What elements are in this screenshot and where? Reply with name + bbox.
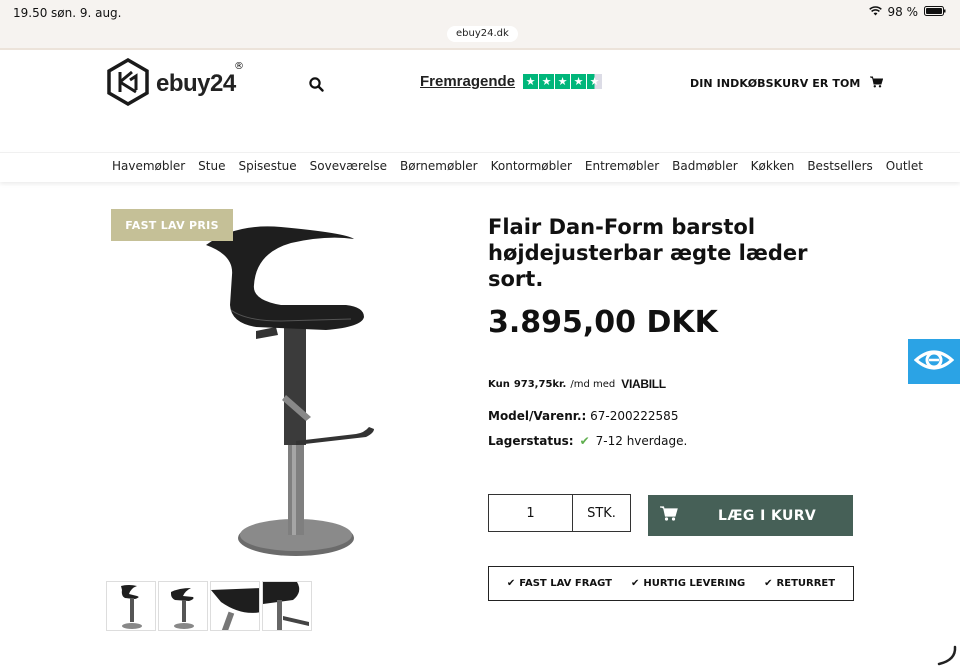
nav-item-badmøbler[interactable]: Badmøbler — [672, 159, 738, 173]
loading-spinner-icon — [936, 644, 958, 670]
shopping-cart-icon — [660, 506, 678, 525]
perk-label: RETURRET — [776, 578, 836, 589]
accessibility-widget[interactable] — [908, 339, 960, 384]
shopping-cart-icon — [870, 76, 884, 91]
battery-icon — [924, 5, 946, 19]
nav-item-børnemøbler[interactable]: Børnemøbler — [400, 159, 478, 173]
site-logo[interactable]: ebuy24 ® — [106, 57, 244, 110]
half-star-icon: ★ — [587, 74, 603, 89]
thumbnail-strip — [106, 581, 312, 631]
perk-item: ✔ HURTIG LEVERING — [631, 578, 745, 589]
add-to-cart-label: LÆG I KURV — [718, 507, 817, 524]
nav-item-havemøbler[interactable]: Havemøbler — [112, 159, 185, 173]
product-info: Flair Dan-Form barstol højdejusterbar æg… — [488, 214, 858, 292]
nav-item-stue[interactable]: Stue — [198, 159, 225, 173]
thumbnail-4[interactable] — [262, 581, 312, 631]
nav-item-bestsellers[interactable]: Bestsellers — [807, 159, 872, 173]
main-navigation: Havemøbler Stue Spisestue Soveværelse Børnem… — [0, 152, 960, 182]
perks-box: ✔ FAST LAV FRAGT ✔ HURTIG LEVERING ✔ RETURRET — [488, 566, 854, 601]
nav-items: Havemøbler Stue Spisestue Soveværelse Børnem… — [112, 159, 923, 173]
logo-icon — [106, 57, 150, 110]
viabill-financing[interactable]: Kun 973,75kr. /md med VIABILL — [488, 377, 666, 391]
product-title: Flair Dan-Form barstol højdejusterbar æg… — [488, 215, 808, 291]
nav-item-outlet[interactable]: Outlet — [886, 159, 923, 173]
rating-stars: ★ ★ ★ ★ ★ — [523, 74, 603, 89]
model-label: Model/Varenr.: — [488, 409, 587, 423]
star-icon: ★ — [523, 74, 539, 89]
rating-label: Fremragende — [420, 73, 516, 90]
product-image[interactable]: FAST LAV PRIS — [106, 205, 466, 565]
thumbnail-3[interactable] — [210, 581, 260, 631]
check-icon: ✔ — [506, 578, 516, 589]
perk-item: ✔ RETURRET — [764, 578, 835, 589]
check-icon: ✔ — [579, 434, 590, 448]
perk-item: ✔ FAST LAV FRAGT — [507, 578, 612, 589]
stock-value: 7-12 hverdage. — [595, 434, 688, 448]
nav-item-kontormøbler[interactable]: Kontormøbler — [491, 159, 572, 173]
cart-link[interactable]: DIN INDKØBSKURV ER TOM — [690, 76, 884, 91]
status-date: søn. 9. aug. — [51, 6, 122, 20]
model-value: 67-200222585 — [590, 409, 679, 423]
wifi-icon — [868, 5, 882, 19]
nav-item-entremøbler[interactable]: Entremøbler — [585, 159, 659, 173]
viabill-logo: VIABILL — [621, 377, 666, 391]
perk-label: HURTIG LEVERING — [643, 578, 746, 589]
eye-icon — [913, 346, 955, 378]
check-icon: ✔ — [631, 578, 640, 589]
logo-text: ebuy24 — [156, 70, 236, 97]
url-field[interactable]: ebuy24.dk — [447, 26, 518, 42]
registered-mark: ® — [234, 61, 244, 72]
nav-item-køkken[interactable]: Køkken — [751, 159, 795, 173]
quantity-unit: STK. — [587, 505, 616, 521]
browser-address-bar: ebuy24.dk — [0, 26, 960, 50]
add-to-cart-button[interactable]: LÆG I KURV — [648, 495, 853, 536]
viabill-suffix: /md med — [570, 378, 616, 390]
check-icon: ✔ — [764, 578, 773, 589]
status-right: 98 % — [868, 5, 947, 19]
model-number: Model/Varenr.: 67-200222585 — [488, 409, 678, 423]
thumbnail-1[interactable] — [106, 581, 156, 631]
stock-status: Lagerstatus: ✔ 7-12 hverdage. — [488, 434, 687, 448]
search-icon[interactable] — [309, 77, 324, 96]
star-icon: ★ — [555, 74, 571, 89]
trustpilot-rating[interactable]: Fremragende ★ ★ ★ ★ ★ — [420, 73, 603, 90]
product-price: 3.895,00 DKK — [488, 305, 718, 340]
barstool-image — [206, 226, 374, 556]
thumbnail-2[interactable] — [158, 581, 208, 631]
nav-item-soveværelse[interactable]: Soveværelse — [310, 159, 387, 173]
star-icon: ★ — [539, 74, 555, 89]
viabill-amount: 973,75kr. — [513, 378, 567, 390]
viabill-prefix: Kun — [488, 378, 510, 390]
star-icon: ★ — [571, 74, 587, 89]
stock-label: Lagerstatus: — [488, 434, 574, 448]
quantity-input[interactable]: 1 — [489, 495, 573, 531]
site-header: ebuy24 ® Fremragende ★ ★ ★ ★ ★ DIN INDKØ… — [0, 50, 960, 150]
battery-percent: 98 % — [887, 5, 919, 19]
price-badge: FAST LAV PRIS — [111, 209, 233, 241]
quantity-selector: 1 STK. — [488, 494, 631, 532]
cart-status: DIN INDKØBSKURV ER TOM — [690, 77, 861, 90]
status-bar: 19.50 søn. 9. aug. 98 % — [0, 0, 960, 26]
perk-label: FAST LAV FRAGT — [519, 578, 613, 589]
status-time: 19.50 — [13, 6, 48, 20]
nav-item-spisestue[interactable]: Spisestue — [238, 159, 296, 173]
